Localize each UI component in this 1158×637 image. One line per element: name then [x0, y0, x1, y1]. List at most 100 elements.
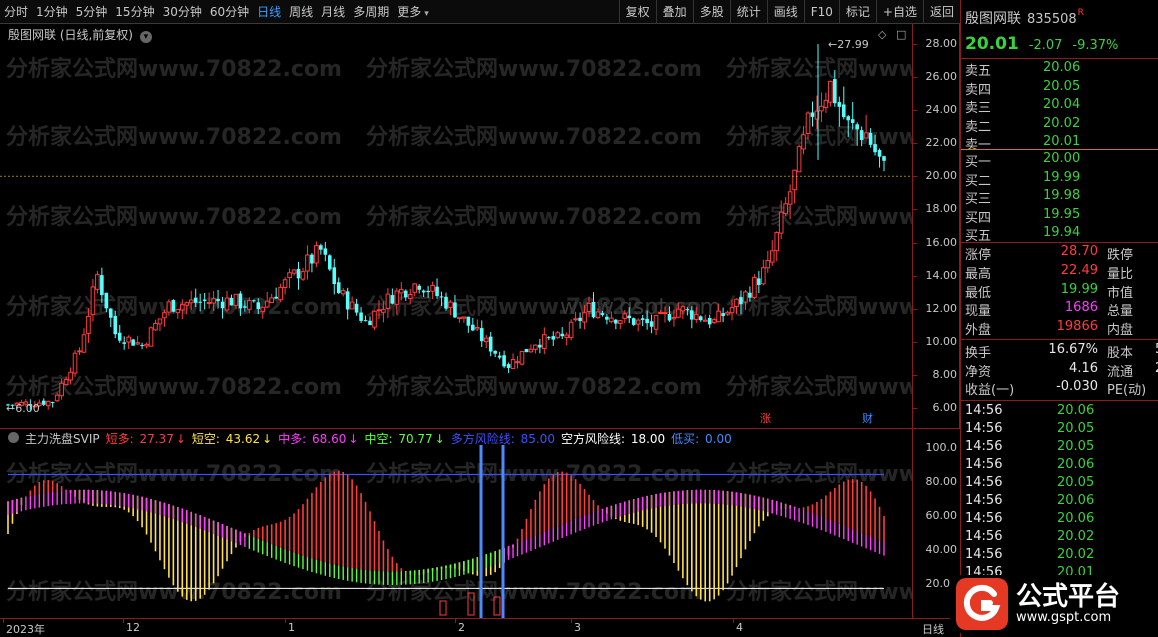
watermark-text: 分析家公式网www.70822.com	[366, 56, 702, 82]
period-tab-3[interactable]: 15分钟	[111, 0, 158, 24]
tick-time: 14:56	[965, 421, 1003, 436]
candle-body	[59, 382, 64, 397]
date-tick-mark	[455, 619, 456, 623]
price-tick: 16.00	[925, 235, 958, 249]
candle-body	[319, 245, 323, 250]
ask-row: 卖二 20.02	[965, 116, 1158, 135]
candle-body	[676, 308, 681, 318]
fin-value: 16.67%	[1048, 342, 1098, 357]
candle-body	[671, 316, 677, 320]
indicator-item: 短空: 43.62 ↓	[192, 430, 272, 447]
candle-body	[68, 371, 73, 381]
tick-price: 20.06	[1057, 403, 1095, 418]
tool-button-7[interactable]: +自选	[875, 0, 923, 24]
square-icon[interactable]: □	[896, 28, 906, 41]
period-tab-9[interactable]: 多周期	[349, 0, 393, 24]
stat-value: 22.49	[1060, 262, 1098, 278]
candle-body	[135, 342, 140, 345]
chevron-down-icon[interactable]: ▾	[139, 31, 152, 43]
period-tab-7[interactable]: 周线	[285, 0, 317, 24]
candle-body	[555, 332, 561, 339]
period-tabs: 分时 1分钟 5分钟 15分钟 30分钟 60分钟 日线 周线 月线 多周期 更多 ▾	[0, 0, 433, 24]
period-tab-8[interactable]: 月线	[317, 0, 349, 24]
tool-button-5[interactable]: F10	[803, 0, 839, 24]
tool-button-4[interactable]: 画线	[766, 0, 804, 24]
candle-body	[421, 290, 426, 293]
stat-row: 最低 19.99 市值	[965, 282, 1158, 301]
candle-body	[193, 297, 198, 303]
candle-body	[635, 319, 641, 325]
tick-time: 14:56	[965, 475, 1003, 490]
indicator-panel[interactable]: 分析家公式网www.70822.com 分析家公式网www.70822.com 分析…	[0, 428, 1062, 624]
gspt-logo: 公式平台 www.gspt.com	[950, 575, 1150, 633]
tick-price: 20.06	[1057, 511, 1095, 526]
ask-price: 20.04	[1043, 97, 1081, 112]
high-marker: ←27.99	[828, 38, 869, 51]
tool-button-1[interactable]: 叠加	[655, 0, 693, 24]
tick-row: 14:56 20.06	[965, 511, 1158, 529]
tool-buttons: 复权 叠加 多股 统计 画线 F10 标记 +自选 返回	[618, 0, 960, 24]
candle-body	[600, 313, 605, 316]
candle-body	[287, 272, 292, 279]
fin-label: 收益(一)	[965, 383, 1015, 398]
candle-body	[739, 297, 743, 305]
candle-body	[627, 315, 632, 319]
candle-body	[349, 301, 355, 310]
diamond-icon[interactable]: ◇	[878, 28, 886, 41]
candle-body	[805, 112, 811, 135]
candle-body	[224, 297, 230, 311]
candle-body	[828, 80, 833, 103]
candle-body	[157, 318, 163, 325]
candle-body	[72, 352, 78, 374]
date-tick: 2023年	[6, 623, 45, 636]
date-tick: 2	[458, 621, 465, 634]
chart-title-text: 殷图网联 (日线,前复权)	[8, 28, 133, 42]
tool-button-2[interactable]: 多股	[692, 0, 730, 24]
candle-body	[568, 321, 574, 339]
period-tab-2[interactable]: 5分钟	[72, 0, 112, 24]
candle-body	[863, 132, 869, 139]
indicator-name[interactable]: 主力洗盘SVIP	[25, 430, 100, 447]
price-change: -2.07	[1028, 38, 1063, 53]
price-tick-mark	[913, 275, 917, 277]
price-row: 20.01 -2.07 -9.37%	[965, 34, 1158, 56]
period-tab-5[interactable]: 60分钟	[206, 0, 253, 24]
period-tab-4[interactable]: 30分钟	[159, 0, 206, 24]
more-dropdown-icon[interactable]: ▾	[424, 9, 429, 19]
tool-button-0[interactable]: 复权	[618, 0, 656, 24]
period-tab-1[interactable]: 1分钟	[32, 0, 72, 24]
tool-button-3[interactable]: 统计	[729, 0, 767, 24]
tick-time: 14:56	[965, 403, 1003, 418]
period-tab-6[interactable]: 日线	[253, 0, 285, 24]
candle-body	[314, 245, 319, 264]
candle-body	[542, 334, 547, 349]
candle-body	[877, 150, 882, 157]
candle-body	[493, 350, 497, 354]
candle-body	[873, 144, 877, 153]
kline-chart[interactable]: 分析家公式网www.70822.com 分析家公式网www.70822.com 分析…	[0, 24, 1062, 428]
stat-label: 现量	[965, 304, 992, 320]
ask-label: 卖四	[965, 82, 992, 98]
tool-button-8[interactable]: 返回	[922, 0, 960, 24]
price-tick: 14.00	[925, 268, 958, 282]
kline-svg: 分析家公式网www.70822.com 分析家公式网www.70822.com 分析…	[0, 38, 1062, 425]
period-tab-10[interactable]: 更多 ▾	[393, 0, 433, 24]
candle-body	[810, 112, 815, 117]
ask-row: 卖四 20.05	[965, 79, 1158, 98]
indicator-item-value: 0.00	[701, 432, 732, 446]
stat-value: 19866	[1056, 319, 1098, 335]
stat-label-2: 跌停	[1107, 248, 1134, 263]
divider	[961, 242, 1158, 243]
indicator-item-label: 中多:	[278, 432, 307, 446]
candle-body	[340, 290, 346, 295]
indicator-toggle-icon[interactable]	[8, 432, 19, 443]
fin-label-2: PE(动)	[1107, 383, 1147, 398]
divider	[961, 339, 1158, 340]
price-tick: 10.00	[925, 334, 958, 348]
candle-body	[407, 293, 413, 300]
bid-row: 买三 19.98	[965, 188, 1158, 207]
tool-button-6[interactable]: 标记	[838, 0, 876, 24]
candle-body	[453, 302, 457, 318]
ask-row: 卖五 20.06	[965, 60, 1158, 79]
period-tab-0[interactable]: 分时	[0, 0, 32, 24]
